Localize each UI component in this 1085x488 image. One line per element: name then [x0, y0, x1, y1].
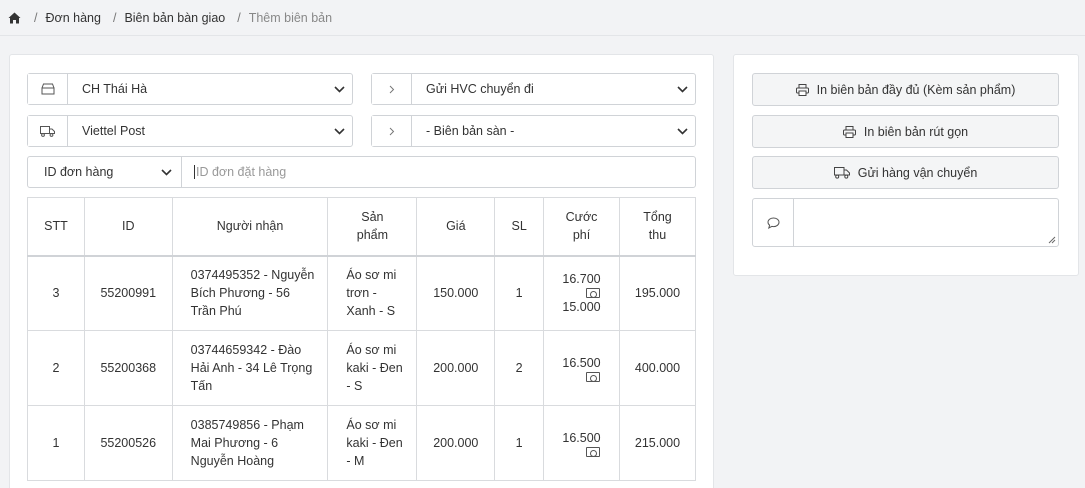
col-stt[interactable]: STT [27, 197, 85, 257]
col-fee[interactable]: Cước phí [543, 197, 620, 257]
actions-card: In biên bản đầy đủ (Kèm sản phẩm) In biê… [733, 54, 1079, 276]
chevron-down-icon [669, 116, 695, 146]
row-price: 200.000 [416, 330, 496, 406]
fee-value: 16.700 [562, 272, 601, 287]
breadcrumb-separator: / [237, 10, 241, 25]
carrier-select-value: Viettel Post [82, 124, 146, 138]
col-qty[interactable]: SL [494, 197, 545, 257]
money-icon [585, 288, 600, 299]
store-select-value: CH Thái Hà [82, 82, 148, 96]
handover-form-card: CH Thái Hà Gửi HVC chuyển đi Viettel Pos… [9, 54, 714, 488]
resize-grip-icon[interactable] [1048, 236, 1056, 244]
row-fee: 16.500 [543, 405, 620, 481]
chevron-down-icon [669, 74, 695, 104]
chevron-down-icon [326, 116, 352, 146]
record-select[interactable]: - Biên bản sàn - [371, 115, 696, 147]
col-price[interactable]: Giá [416, 197, 496, 257]
col-total-label: Tổng thu [643, 210, 672, 243]
note-textarea[interactable] [794, 199, 1058, 246]
table-header-row: STT ID Người nhận Sản phẩm Giá SL Cước p… [27, 197, 696, 257]
col-id[interactable]: ID [83, 197, 173, 257]
action-select-value: Gửi HVC chuyển đi [426, 82, 534, 96]
id-type-select[interactable]: ID đơn hàng [28, 157, 182, 187]
row-qty: 1 [494, 255, 545, 331]
row-fee: 16.500 [543, 330, 620, 406]
row-price: 150.000 [416, 255, 496, 331]
col-receiver[interactable]: Người nhận [171, 197, 329, 257]
store-select[interactable]: CH Thái Hà [27, 73, 353, 105]
home-icon[interactable] [8, 11, 22, 25]
row-fee: 16.700 15.000 [543, 255, 620, 331]
truck-icon [28, 116, 68, 146]
row-qty: 2 [494, 330, 545, 406]
breadcrumb-orders[interactable]: Đơn hàng [45, 11, 100, 25]
row-stt: 3 [27, 255, 85, 331]
row-product: Áo sơ mi kaki - Đen - S [327, 330, 418, 406]
orders-table: STT ID Người nhận Sản phẩm Giá SL Cước p… [27, 197, 696, 481]
fee-value: 16.500 [562, 431, 601, 445]
row-stt: 1 [27, 405, 85, 481]
table-row[interactable]: 2 55200368 03744659342 - Đào Hải Anh - 3… [27, 330, 696, 406]
row-receiver: 03744659342 - Đào Hải Anh - 34 Lê Trọng … [171, 330, 329, 406]
row-id[interactable]: 55200368 [83, 330, 173, 406]
order-id-search: ID đơn hàng ID đơn đặt hàng [27, 156, 696, 188]
row-product: Áo sơ mi trơn - Xanh - S [327, 255, 418, 331]
col-total[interactable]: Tổng thu [619, 197, 696, 257]
send-shipping-button[interactable]: Gửi hàng vận chuyển [752, 156, 1059, 189]
row-price: 200.000 [416, 405, 496, 481]
col-fee-label: Cước phí [565, 210, 598, 243]
text-cursor [194, 165, 195, 179]
col-product-label: Sản phẩm [356, 210, 389, 243]
send-shipping-label: Gửi hàng vận chuyển [857, 165, 978, 180]
truck-icon [833, 166, 850, 179]
breadcrumb-current: Thêm biên bản [248, 10, 333, 25]
col-product[interactable]: Sản phẩm [327, 197, 418, 257]
store-icon [28, 74, 68, 104]
chevron-right-icon [372, 116, 412, 146]
print-full-label: In biên bản đầy đủ (Kèm sản phẩm) [816, 82, 1016, 97]
row-id[interactable]: 55200526 [83, 405, 173, 481]
print-full-button[interactable]: In biên bản đầy đủ (Kèm sản phẩm) [752, 73, 1059, 106]
chevron-down-icon [153, 157, 179, 187]
print-short-button[interactable]: In biên bản rút gọn [752, 115, 1059, 148]
comment-icon [753, 199, 794, 246]
row-total: 215.000 [619, 405, 696, 481]
note-field [752, 198, 1059, 247]
breadcrumb-handover[interactable]: Biên bản bàn giao [124, 11, 225, 25]
fee-value: 16.500 [562, 356, 601, 370]
row-id[interactable]: 55200991 [83, 255, 173, 331]
money-icon [585, 372, 600, 382]
breadcrumb-separator: / [34, 10, 38, 25]
breadcrumb-separator: / [112, 10, 117, 25]
printer-icon [795, 83, 809, 96]
action-select[interactable]: Gửi HVC chuyển đi [371, 73, 696, 105]
money-icon [585, 447, 600, 457]
breadcrumb: / Đơn hàng / Biên bản bàn giao / Thêm bi… [0, 0, 1085, 36]
record-select-value: - Biên bản sàn - [426, 124, 515, 138]
row-receiver: 0385749856 - Phạm Mai Phương - 6 Nguyễn … [171, 405, 329, 481]
row-stt: 2 [27, 330, 85, 406]
row-receiver: 0374495352 - Nguyễn Bích Phương - 56 Trầ… [171, 255, 329, 331]
order-id-input[interactable]: ID đơn đặt hàng [182, 157, 695, 187]
row-total: 195.000 [619, 255, 696, 331]
fee-extra-value: 15.000 [562, 300, 601, 315]
chevron-right-icon [372, 74, 412, 104]
carrier-select[interactable]: Viettel Post [27, 115, 353, 147]
row-qty: 1 [494, 405, 545, 481]
print-short-label: In biên bản rút gọn [863, 124, 969, 139]
order-id-placeholder: ID đơn đặt hàng [196, 165, 287, 179]
table-row[interactable]: 1 55200526 0385749856 - Phạm Mai Phương … [27, 405, 696, 481]
printer-icon [842, 125, 856, 138]
table-row[interactable]: 3 55200991 0374495352 - Nguyễn Bích Phươ… [27, 255, 696, 331]
id-type-select-value: ID đơn hàng [44, 165, 114, 179]
row-total: 400.000 [619, 330, 696, 406]
row-product: Áo sơ mi kaki - Đen - M [327, 405, 418, 481]
chevron-down-icon [326, 74, 352, 104]
